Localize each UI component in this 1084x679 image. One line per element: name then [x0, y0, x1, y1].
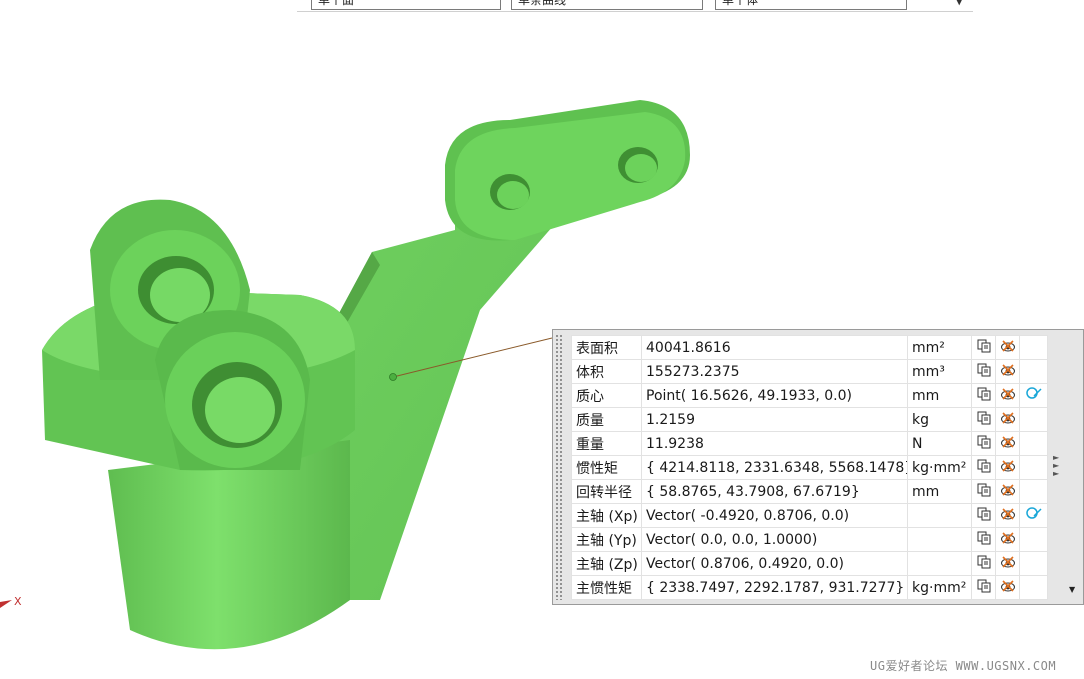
show-result-icon[interactable] — [995, 335, 1020, 360]
show-result-icon[interactable] — [995, 407, 1020, 432]
result-value: Vector( -0.4920, 0.8706, 0.0) — [641, 503, 908, 528]
top-link — [445, 100, 690, 241]
vector-display-icon — [1019, 335, 1048, 360]
copy-to-clipboard-icon[interactable] — [971, 383, 996, 408]
result-row[interactable]: 主轴 (Zp) Vector( 0.8706, 0.4920, 0.0) — [571, 551, 1048, 576]
vector-display-icon — [1019, 359, 1048, 384]
mass-center-point[interactable] — [389, 373, 397, 381]
result-name: 重量 — [571, 431, 642, 456]
result-unit — [907, 527, 972, 552]
result-name: 主惯性矩 — [571, 575, 642, 600]
result-value: 1.2159 — [641, 407, 908, 432]
result-row[interactable]: 质量 1.2159 kg — [571, 407, 1048, 432]
copy-to-clipboard-icon[interactable] — [971, 575, 996, 600]
arrow-right-icon: ► — [1053, 469, 1060, 478]
result-name: 主轴 (Xp) — [571, 503, 642, 528]
copy-to-clipboard-icon[interactable] — [971, 455, 996, 480]
result-value: { 2338.7497, 2292.1787, 931.7277} — [641, 575, 908, 600]
vector-display-icon — [1019, 551, 1048, 576]
result-unit: N — [907, 431, 972, 456]
axis-arrow-icon — [0, 600, 12, 608]
vector-display-icon — [1019, 575, 1048, 600]
axis-x-label: X — [14, 595, 22, 608]
copy-to-clipboard-icon[interactable] — [971, 479, 996, 504]
result-value: Point( 16.5626, 49.1933, 0.0) — [641, 383, 908, 408]
result-row[interactable]: 惯性矩{ 4214.8118, 2331.6348, 5568.1478} kg·… — [571, 455, 1048, 480]
show-result-icon[interactable] — [995, 383, 1020, 408]
show-result-icon[interactable] — [995, 455, 1020, 480]
result-value: 11.9238 — [641, 431, 908, 456]
copy-to-clipboard-icon[interactable] — [971, 431, 996, 456]
result-unit — [907, 551, 972, 576]
vector-display-icon — [1019, 479, 1048, 504]
result-row[interactable]: 表面积 40041.8616 mm² — [571, 335, 1048, 360]
result-row[interactable]: 主轴 (Yp) Vector( 0.0, 0.0, 1.0000) — [571, 527, 1048, 552]
results-table: 表面积 40041.8616 mm² 体积 155273.2375 mm³ 质心 Point(… — [571, 335, 1048, 600]
result-value: Vector( 0.0, 0.0, 1.0000) — [641, 527, 908, 552]
result-name: 质心 — [571, 383, 642, 408]
front-ring-lug — [155, 310, 310, 470]
result-unit: mm³ — [907, 359, 972, 384]
result-name: 主轴 (Yp) — [571, 527, 642, 552]
copy-to-clipboard-icon[interactable] — [971, 335, 996, 360]
copy-to-clipboard-icon[interactable] — [971, 551, 996, 576]
panel-expand-arrows[interactable]: ► ► ► — [1053, 454, 1063, 484]
result-name: 质量 — [571, 407, 642, 432]
show-result-icon[interactable] — [995, 431, 1020, 456]
result-value: { 58.8765, 43.7908, 67.6719} — [641, 479, 908, 504]
result-row[interactable]: 质心 Point( 16.5626, 49.1933, 0.0) mm — [571, 383, 1048, 408]
copy-to-clipboard-icon[interactable] — [971, 407, 996, 432]
vector-display-icon[interactable] — [1019, 383, 1048, 408]
scroll-down-icon[interactable]: ▼ — [1069, 585, 1075, 594]
show-result-icon[interactable] — [995, 551, 1020, 576]
vector-display-icon[interactable] — [1019, 503, 1048, 528]
vector-display-icon — [1019, 455, 1048, 480]
result-unit: mm — [907, 479, 972, 504]
result-value: 155273.2375 — [641, 359, 908, 384]
result-unit: kg·mm² — [907, 455, 972, 480]
copy-to-clipboard-icon[interactable] — [971, 359, 996, 384]
result-name: 主轴 (Zp) — [571, 551, 642, 576]
result-name: 表面积 — [571, 335, 642, 360]
result-name: 惯性矩 — [571, 455, 642, 480]
show-result-icon[interactable] — [995, 503, 1020, 528]
result-row[interactable]: 回转半径{ 58.8765, 43.7908, 67.6719} mm — [571, 479, 1048, 504]
axis-triad: X — [0, 590, 30, 614]
result-value: 40041.8616 — [641, 335, 908, 360]
result-value: { 4214.8118, 2331.6348, 5568.1478} — [641, 455, 908, 480]
vector-display-icon — [1019, 431, 1048, 456]
result-row[interactable]: 主惯性矩{ 2338.7497, 2292.1787, 931.7277} kg·… — [571, 575, 1048, 600]
copy-to-clipboard-icon[interactable] — [971, 503, 996, 528]
show-result-icon[interactable] — [995, 575, 1020, 600]
result-row[interactable]: 重量 11.9238 N — [571, 431, 1048, 456]
copy-to-clipboard-icon[interactable] — [971, 527, 996, 552]
result-value: Vector( 0.8706, 0.4920, 0.0) — [641, 551, 908, 576]
result-unit: mm — [907, 383, 972, 408]
result-unit: kg — [907, 407, 972, 432]
result-unit: kg·mm² — [907, 575, 972, 600]
show-result-icon[interactable] — [995, 479, 1020, 504]
show-result-icon[interactable] — [995, 359, 1020, 384]
vector-display-icon — [1019, 407, 1048, 432]
result-name: 体积 — [571, 359, 642, 384]
result-unit — [907, 503, 972, 528]
show-result-icon[interactable] — [995, 527, 1020, 552]
measure-results-panel: 表面积 40041.8616 mm² 体积 155273.2375 mm³ 质心 Point(… — [552, 329, 1084, 605]
watermark: UG爱好者论坛 WWW.UGSNX.COM — [870, 659, 1057, 673]
vector-display-icon — [1019, 527, 1048, 552]
result-unit: mm² — [907, 335, 972, 360]
result-row[interactable]: 主轴 (Xp) Vector( -0.4920, 0.8706, 0.0) — [571, 503, 1048, 528]
result-row[interactable]: 体积 155273.2375 mm³ — [571, 359, 1048, 384]
result-name: 回转半径 — [571, 479, 642, 504]
panel-drag-handle[interactable] — [555, 334, 563, 600]
